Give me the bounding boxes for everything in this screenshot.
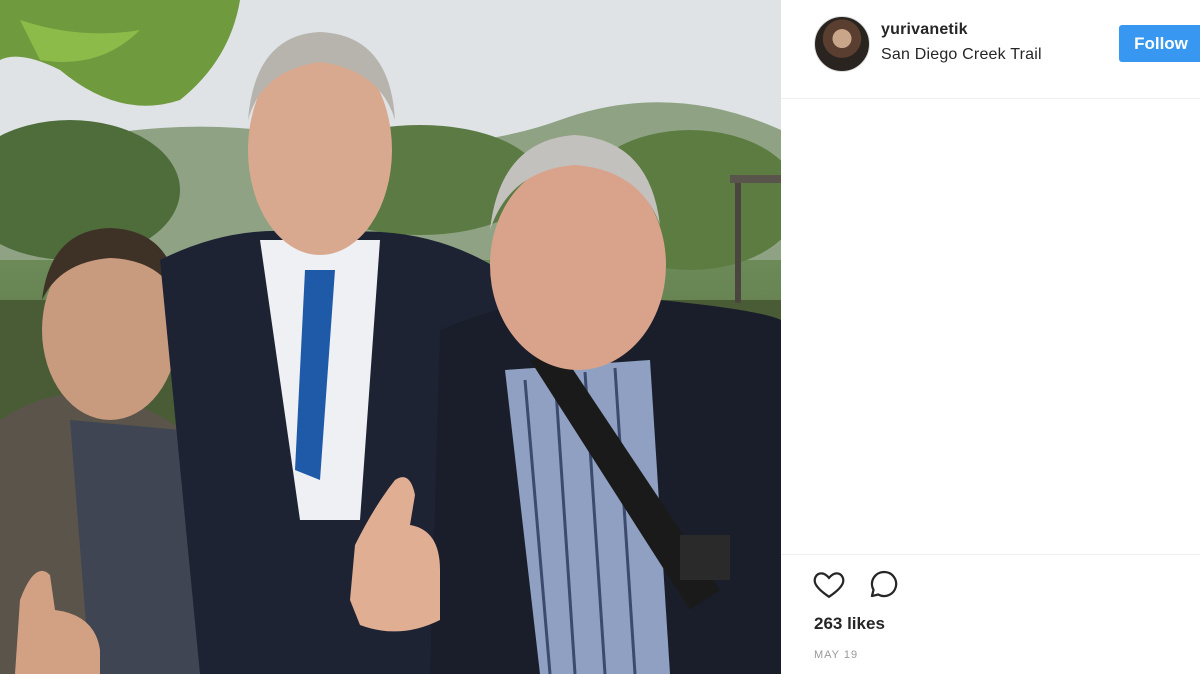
post-photo[interactable] <box>0 0 781 674</box>
location-link[interactable]: San Diego Creek Trail <box>881 46 1042 64</box>
photo-illustration <box>0 0 781 674</box>
heart-icon[interactable] <box>812 567 846 601</box>
post-date[interactable]: MAY 19 <box>814 649 858 661</box>
comment-icon[interactable] <box>867 567 901 601</box>
post-actions: 263 likes MAY 19 <box>781 554 1200 661</box>
avatar[interactable] <box>814 16 870 72</box>
likes-count[interactable]: 263 likes <box>814 614 885 634</box>
username[interactable]: yurivanetik <box>881 21 968 39</box>
follow-button[interactable]: Follow <box>1119 25 1200 62</box>
post-sidebar: yurivanetik San Diego Creek Trail Follow… <box>781 0 1200 674</box>
post-header: yurivanetik San Diego Creek Trail Follow <box>781 0 1200 99</box>
